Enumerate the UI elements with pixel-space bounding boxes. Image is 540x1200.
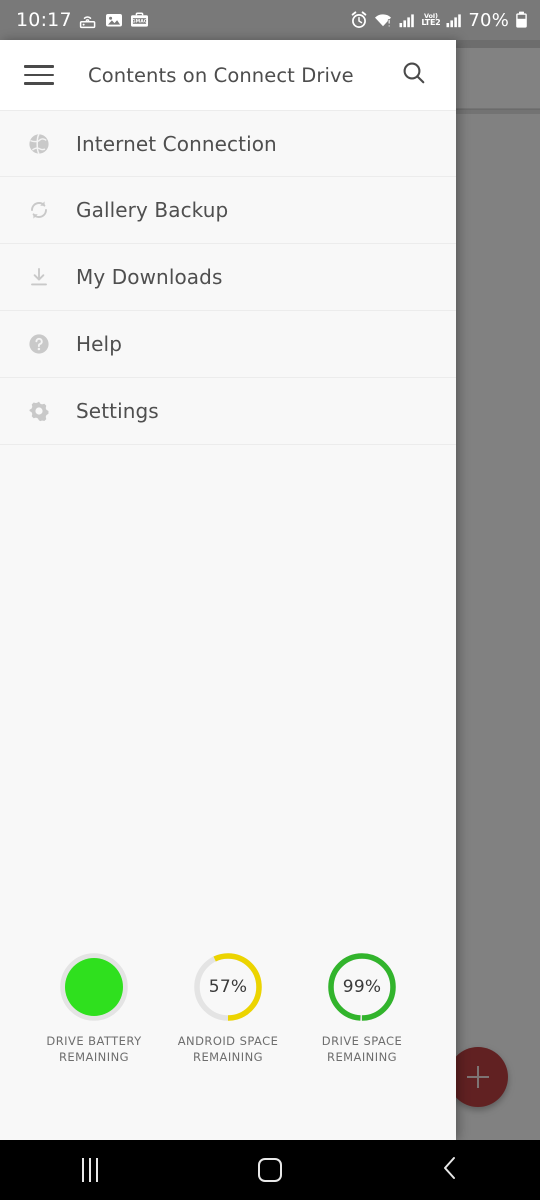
sync-refresh-icon — [24, 195, 54, 225]
search-button[interactable] — [372, 40, 456, 110]
sidebar-item-label: Internet Connection — [76, 131, 277, 156]
status-bar-left: 10:17 GMAC — [16, 9, 149, 31]
sidebar-item-label: My Downloads — [76, 265, 223, 289]
volte-label: VoI) LTE2 — [421, 11, 441, 28]
gauge-label-line2: REMAINING — [58, 1050, 129, 1065]
status-clock: 10:17 — [16, 9, 72, 31]
page-title: Contents on Connect Drive — [88, 63, 354, 87]
gauge-label-line2: REMAINING — [327, 1050, 397, 1065]
gauge-label-line1: DRIVE BATTERY — [46, 1034, 142, 1049]
gauge-value-drive-space: 99% — [342, 977, 382, 998]
gauge-label-line1: ANDROID SPACE — [177, 1034, 279, 1049]
hamburger-bar-3 — [24, 82, 54, 85]
hamburger-menu-icon[interactable] — [22, 58, 56, 92]
sidebar-item-gallery-backup[interactable]: Gallery Backup — [0, 177, 456, 244]
help-circle-icon — [24, 329, 54, 359]
gauge-label-line2: REMAINING — [193, 1050, 263, 1065]
svg-text:GMAC: GMAC — [132, 19, 148, 25]
sidebar-item-my-downloads[interactable]: My Downloads — [0, 244, 456, 311]
alarm-icon — [350, 11, 368, 29]
sidebar-item-help[interactable]: Help — [0, 311, 456, 378]
storage-gauges-panel: DRIVE BATTERY REMAINING 57% ANDROID SPAC… — [0, 951, 456, 1140]
recents-button[interactable] — [0, 1140, 180, 1200]
gauge-label-drive-battery: DRIVE BATTERY REMAINING — [46, 1034, 141, 1066]
search-icon — [401, 60, 427, 90]
status-bar-right: VoI) LTE2 70% — [350, 10, 528, 31]
gmac-badge-icon: GMAC — [130, 12, 149, 28]
phone-screen: 10:17 GMAC VoI) LTE2 70% Contents on Con… — [0, 0, 540, 1200]
sidebar-item-label: Gallery Backup — [76, 198, 229, 222]
back-chevron-icon — [439, 1155, 461, 1185]
system-navigation-bar — [0, 1140, 540, 1200]
back-button[interactable] — [360, 1140, 540, 1200]
hamburger-bar-1 — [24, 65, 54, 68]
gauge-label-android-space: ANDROID SPACE REMAINING — [178, 1034, 279, 1066]
download-icon — [24, 262, 54, 292]
home-button[interactable] — [180, 1140, 360, 1200]
sidebar-item-label: Help — [76, 332, 122, 356]
gallery-image-icon — [105, 12, 123, 28]
wifi-warning-icon — [374, 12, 393, 28]
gauge-ring-drive-space: 99% — [326, 951, 398, 1023]
hotspot-icon — [79, 12, 98, 29]
scrim-top-band — [456, 40, 540, 48]
drawer-menu-list: Internet Connection Gallery Backup My Do… — [0, 110, 456, 445]
signal-bars-icon — [399, 13, 415, 28]
gauge-label-line1: DRIVE SPACE — [321, 1034, 403, 1049]
gear-icon — [24, 396, 54, 426]
drawer-empty-space — [0, 445, 456, 951]
hamburger-bar-2 — [24, 73, 54, 77]
gauge-android-space: 57% ANDROID SPACE REMAINING — [176, 951, 280, 1066]
status-bar: 10:17 GMAC VoI) LTE2 70% — [0, 0, 540, 40]
navigation-drawer: Contents on Connect Drive Internet Conne… — [0, 40, 456, 1140]
sidebar-item-settings[interactable]: Settings — [0, 378, 456, 445]
home-icon — [258, 1158, 282, 1182]
gauge-drive-battery: DRIVE BATTERY REMAINING — [42, 951, 146, 1066]
gauge-value-drive-battery — [58, 951, 130, 1023]
sidebar-item-internet-connection[interactable]: Internet Connection — [0, 110, 456, 177]
recents-icon — [81, 1158, 99, 1182]
globe-icon — [24, 129, 54, 159]
gauge-ring-android-space: 57% — [192, 951, 264, 1023]
sidebar-item-label: Settings — [76, 399, 159, 423]
signal-bars-2-icon — [446, 13, 462, 28]
gauge-drive-space: 99% DRIVE SPACE REMAINING — [310, 951, 414, 1066]
app-bar: Contents on Connect Drive — [0, 40, 456, 110]
battery-icon — [515, 11, 528, 29]
gauge-label-drive-space: DRIVE SPACE REMAINING — [322, 1034, 402, 1066]
scrim-appbar-shadow-band — [456, 108, 540, 114]
gauge-value-android-space: 57% — [208, 977, 248, 998]
gauge-ring-drive-battery — [58, 951, 130, 1023]
battery-percent-label: 70% — [468, 9, 509, 31]
